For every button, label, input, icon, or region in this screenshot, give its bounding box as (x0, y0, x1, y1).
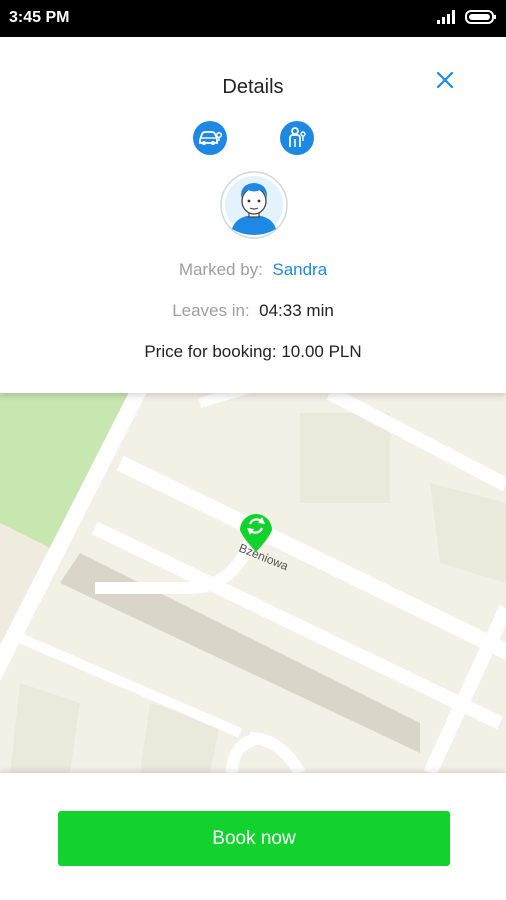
status-bar: 3:45 PM (0, 0, 506, 37)
status-time: 3:45 PM (9, 9, 70, 26)
marked-by-row: Marked by: Sandra (0, 260, 506, 280)
close-icon[interactable] (430, 65, 460, 95)
details-panel: Details Marked by: Sandra Leaves in: 04:… (0, 37, 506, 393)
map-canvas[interactable]: Bzeniowa (0, 393, 506, 773)
car-key-icon (193, 121, 227, 155)
marked-by-value[interactable]: Sandra (272, 260, 327, 279)
marked-by-label: Marked by: (178, 260, 263, 279)
leaves-in-row: Leaves in: 04:33 min (0, 301, 506, 321)
leaves-in-value: 04:33 min (259, 301, 334, 320)
signal-icon (437, 10, 455, 24)
book-now-button[interactable]: Book now (58, 811, 450, 866)
person-icon (280, 121, 314, 155)
leaves-in-label: Leaves in: (172, 301, 250, 320)
battery-icon (465, 10, 496, 24)
status-icons (437, 10, 497, 24)
price-for-booking: Price for booking: 10.00 PLN (144, 342, 362, 361)
user-avatar (220, 171, 288, 239)
map-view[interactable]: Bzeniowa (0, 393, 506, 773)
bottom-action-area: Book now (0, 773, 506, 900)
